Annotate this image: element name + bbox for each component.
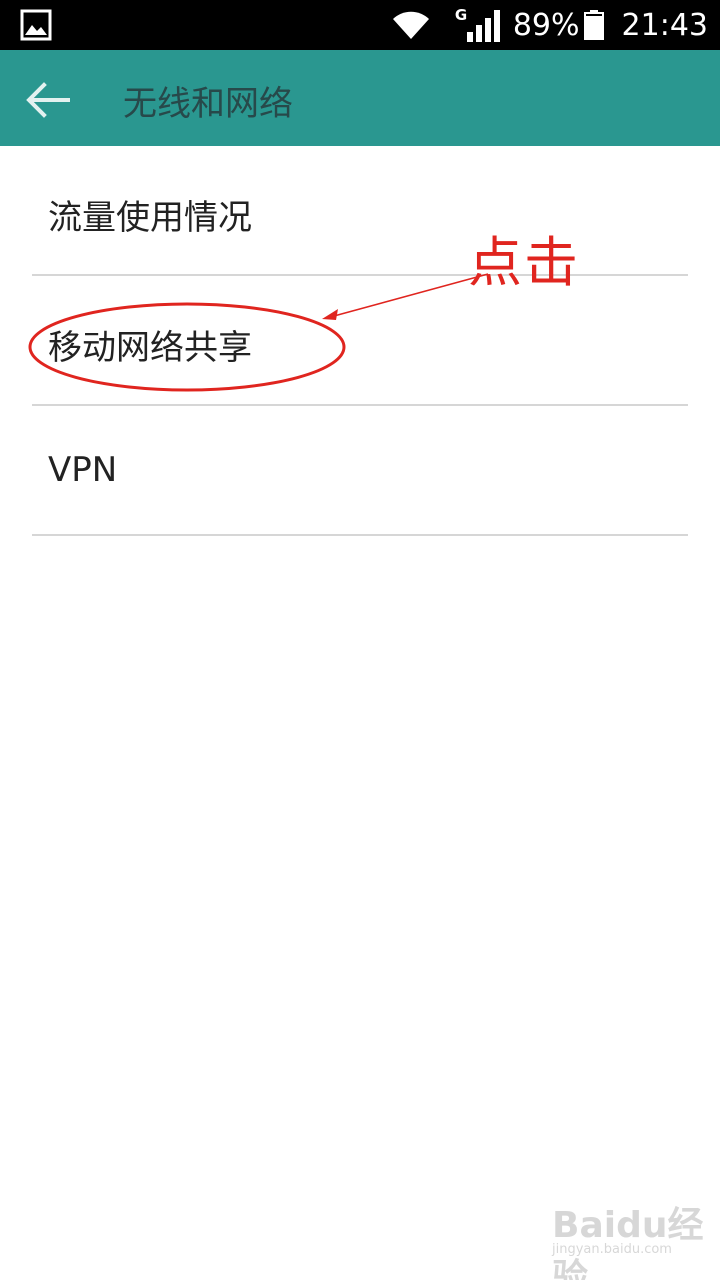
- divider: [32, 534, 688, 536]
- status-bar: G 89% 21:43: [0, 0, 720, 50]
- settings-list: 流量使用情况 移动网络共享 VPN: [0, 146, 720, 536]
- arrow-left-icon: [26, 82, 70, 118]
- list-item-tethering[interactable]: 移动网络共享: [0, 276, 720, 406]
- page-title: 无线和网络: [123, 84, 293, 124]
- list-item-label: VPN: [48, 450, 118, 490]
- clock: 21:43: [621, 7, 708, 43]
- battery-percent: 89%: [512, 7, 580, 43]
- toolbar: 无线和网络: [0, 50, 720, 146]
- list-item-data-usage[interactable]: 流量使用情况: [0, 146, 720, 276]
- gallery-icon: [20, 9, 52, 41]
- watermark-brand: Baidu经验: [552, 1205, 704, 1280]
- wifi-icon: [392, 11, 429, 39]
- network-type-label: G: [454, 6, 468, 24]
- battery-icon: [583, 10, 604, 40]
- list-item-label: 移动网络共享: [48, 328, 252, 368]
- screen: G 89% 21:43 无线和网络 流量使用情况 移动网络共享 VPN 点击 B…: [0, 0, 720, 1280]
- back-button[interactable]: [14, 68, 78, 132]
- cell-signal-icon: G: [453, 6, 503, 42]
- list-item-label: 流量使用情况: [48, 198, 252, 238]
- list-item-vpn[interactable]: VPN: [0, 406, 720, 536]
- baidu-watermark: Baidu经验 jingyan.baidu.com: [552, 1196, 712, 1280]
- watermark-url: jingyan.baidu.com: [552, 1242, 672, 1257]
- status-icons: G 89% 21:43: [391, 0, 708, 50]
